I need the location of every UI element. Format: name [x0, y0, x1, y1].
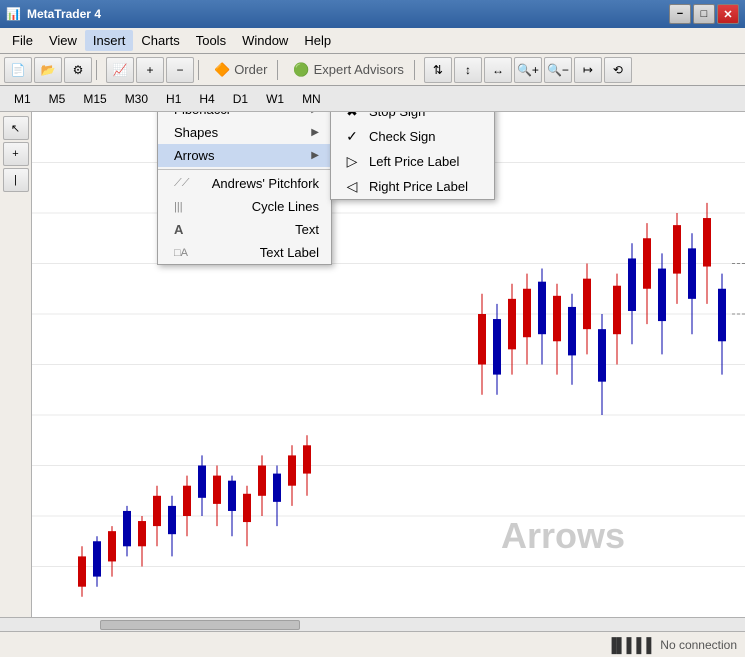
tf-d1[interactable]: D1	[227, 89, 254, 109]
nav-btn1[interactable]: ⇅	[424, 57, 452, 83]
scroll-btn[interactable]: ↦	[574, 57, 602, 83]
menu-shapes-label: Shapes	[174, 125, 218, 140]
expert-label[interactable]: Expert Advisors	[314, 62, 404, 77]
title-bar: 📊 MetaTrader 4 − □ ✕	[0, 0, 745, 28]
tf-h1[interactable]: H1	[160, 89, 187, 109]
tf-m30[interactable]: M30	[119, 89, 154, 109]
toolbar-sep2	[198, 60, 204, 80]
close-button[interactable]: ✕	[717, 4, 739, 24]
menu-arrows[interactable]: Arrows ▶	[158, 144, 331, 167]
new-button[interactable]: 📄	[4, 57, 32, 83]
order-area: 🔶 Order	[208, 62, 273, 78]
tf-m5[interactable]: M5	[43, 89, 72, 109]
status-right: ▐▌▌▌▌ No connection	[607, 637, 737, 653]
textlabel-icon: □A	[174, 247, 188, 259]
menu-text-label: Text	[295, 222, 319, 237]
status-bar: ▐▌▌▌▌ No connection	[0, 631, 745, 657]
cycle-icon: |||	[174, 201, 183, 213]
nav-btn2[interactable]: ↕	[454, 57, 482, 83]
stopsign-label: Stop Sign	[369, 112, 425, 119]
zoom-btn1[interactable]: 🔍+	[514, 57, 542, 83]
stopsign-icon: ✖	[343, 112, 361, 120]
scrollbar-thumb[interactable]	[100, 620, 300, 630]
shapes-arrow: ▶	[311, 127, 319, 138]
menu-shapes[interactable]: Shapes ▶	[158, 121, 331, 144]
checksign-icon: ✓	[343, 128, 361, 145]
menu-cycle[interactable]: ||| Cycle Lines	[158, 195, 331, 218]
app-title: MetaTrader 4	[27, 7, 101, 21]
leftprice-label: Left Price Label	[369, 154, 459, 169]
submenu-stopsign[interactable]: ✖ Stop Sign	[331, 112, 494, 124]
menu-arrows-label: Arrows	[174, 148, 214, 163]
submenu-rightprice[interactable]: ◁ Right Price Label	[331, 174, 494, 199]
insert-menu-dropdown[interactable]: Indicators ▶ Lines ▶ Channels ▶ Gann ▶	[157, 112, 332, 265]
minimize-button[interactable]: −	[669, 4, 691, 24]
app-icon: 📊	[6, 7, 21, 21]
line-tool[interactable]: |	[3, 168, 29, 192]
title-bar-controls: − □ ✕	[669, 4, 739, 24]
bars-icon: ▐▌▌▌▌	[607, 637, 657, 653]
tf-mn[interactable]: MN	[296, 89, 327, 109]
timeframe-bar: M1 M5 M15 M30 H1 H4 D1 W1 MN	[0, 86, 745, 112]
order-label[interactable]: Order	[234, 62, 267, 77]
crosshair-tool[interactable]: +	[3, 142, 29, 166]
tf-w1[interactable]: W1	[260, 89, 290, 109]
rightprice-label: Right Price Label	[369, 179, 468, 194]
chart-area[interactable]: Arrows Indicators ▶ Lines ▶ Channels ▶	[32, 112, 745, 617]
fibonacci-arrow: ▶	[311, 112, 319, 115]
zoom-out-button[interactable]: −	[166, 57, 194, 83]
order-icon: 🔶	[214, 62, 230, 78]
menu-charts[interactable]: Charts	[133, 30, 187, 51]
menu-bar: File View Insert Charts Tools Window Hel…	[0, 28, 745, 54]
toolbar-sep1	[96, 60, 102, 80]
menu-textlabel-label: Text Label	[260, 245, 319, 260]
menu-sep2	[158, 169, 331, 170]
toolbar-sep4	[414, 60, 420, 80]
expert-icon: 🟢	[293, 62, 309, 78]
tf-h4[interactable]: H4	[193, 89, 220, 109]
tf-m15[interactable]: M15	[77, 89, 112, 109]
chart-button[interactable]: 📈	[106, 57, 134, 83]
maximize-button[interactable]: □	[693, 4, 715, 24]
andrews-icon: ⟋⟋	[174, 177, 189, 190]
menu-fibonacci-label: Fibonacci	[174, 112, 230, 117]
menu-help[interactable]: Help	[296, 30, 339, 51]
checksign-label: Check Sign	[369, 129, 435, 144]
menu-andrews[interactable]: ⟋⟋ Andrews' Pitchfork	[158, 172, 331, 195]
leftprice-icon: ▷	[343, 153, 361, 170]
menu-textlabel[interactable]: □A Text Label	[158, 241, 331, 264]
arrows-arrow: ▶	[311, 150, 319, 161]
main-area: ↖ + |	[0, 112, 745, 617]
menu-window[interactable]: Window	[234, 30, 296, 51]
horizontal-scrollbar[interactable]	[0, 617, 745, 631]
arrows-submenu[interactable]: ☝ Thumbs Up ☟ Thumbs Down ↑ Arrow Up ↓ A…	[330, 112, 495, 200]
menu-insert[interactable]: Insert	[85, 30, 134, 51]
zoom-btn2[interactable]: 🔍−	[544, 57, 572, 83]
text-icon: A	[174, 222, 183, 237]
menu-fibonacci[interactable]: Fibonacci ▶	[158, 112, 331, 121]
menu-view[interactable]: View	[41, 30, 85, 51]
menu-text[interactable]: A Text	[158, 218, 331, 241]
rightprice-icon: ◁	[343, 178, 361, 195]
expert-area: 🟢 Expert Advisors	[287, 62, 410, 78]
cursor-tool[interactable]: ↖	[3, 116, 29, 140]
submenu-checksign[interactable]: ✓ Check Sign	[331, 124, 494, 149]
menu-andrews-label: Andrews' Pitchfork	[212, 176, 319, 191]
nav-btn3[interactable]: ↔	[484, 57, 512, 83]
menu-file[interactable]: File	[4, 30, 41, 51]
no-connection-label: No connection	[660, 638, 737, 652]
left-toolbar: ↖ + |	[0, 112, 32, 617]
submenu-leftprice[interactable]: ▷ Left Price Label	[331, 149, 494, 174]
period-btn[interactable]: ⟲	[604, 57, 632, 83]
menu-tools[interactable]: Tools	[188, 30, 234, 51]
open-button[interactable]: 📂	[34, 57, 62, 83]
settings-button[interactable]: ⚙	[64, 57, 92, 83]
tf-m1[interactable]: M1	[8, 89, 37, 109]
toolbar-sep3	[277, 60, 283, 80]
toolbar: 📄 📂 ⚙ 📈 + − 🔶 Order 🟢 Expert Advisors ⇅ …	[0, 54, 745, 86]
title-bar-left: 📊 MetaTrader 4	[6, 7, 101, 21]
zoom-in-button[interactable]: +	[136, 57, 164, 83]
menu-cycle-label: Cycle Lines	[252, 199, 319, 214]
